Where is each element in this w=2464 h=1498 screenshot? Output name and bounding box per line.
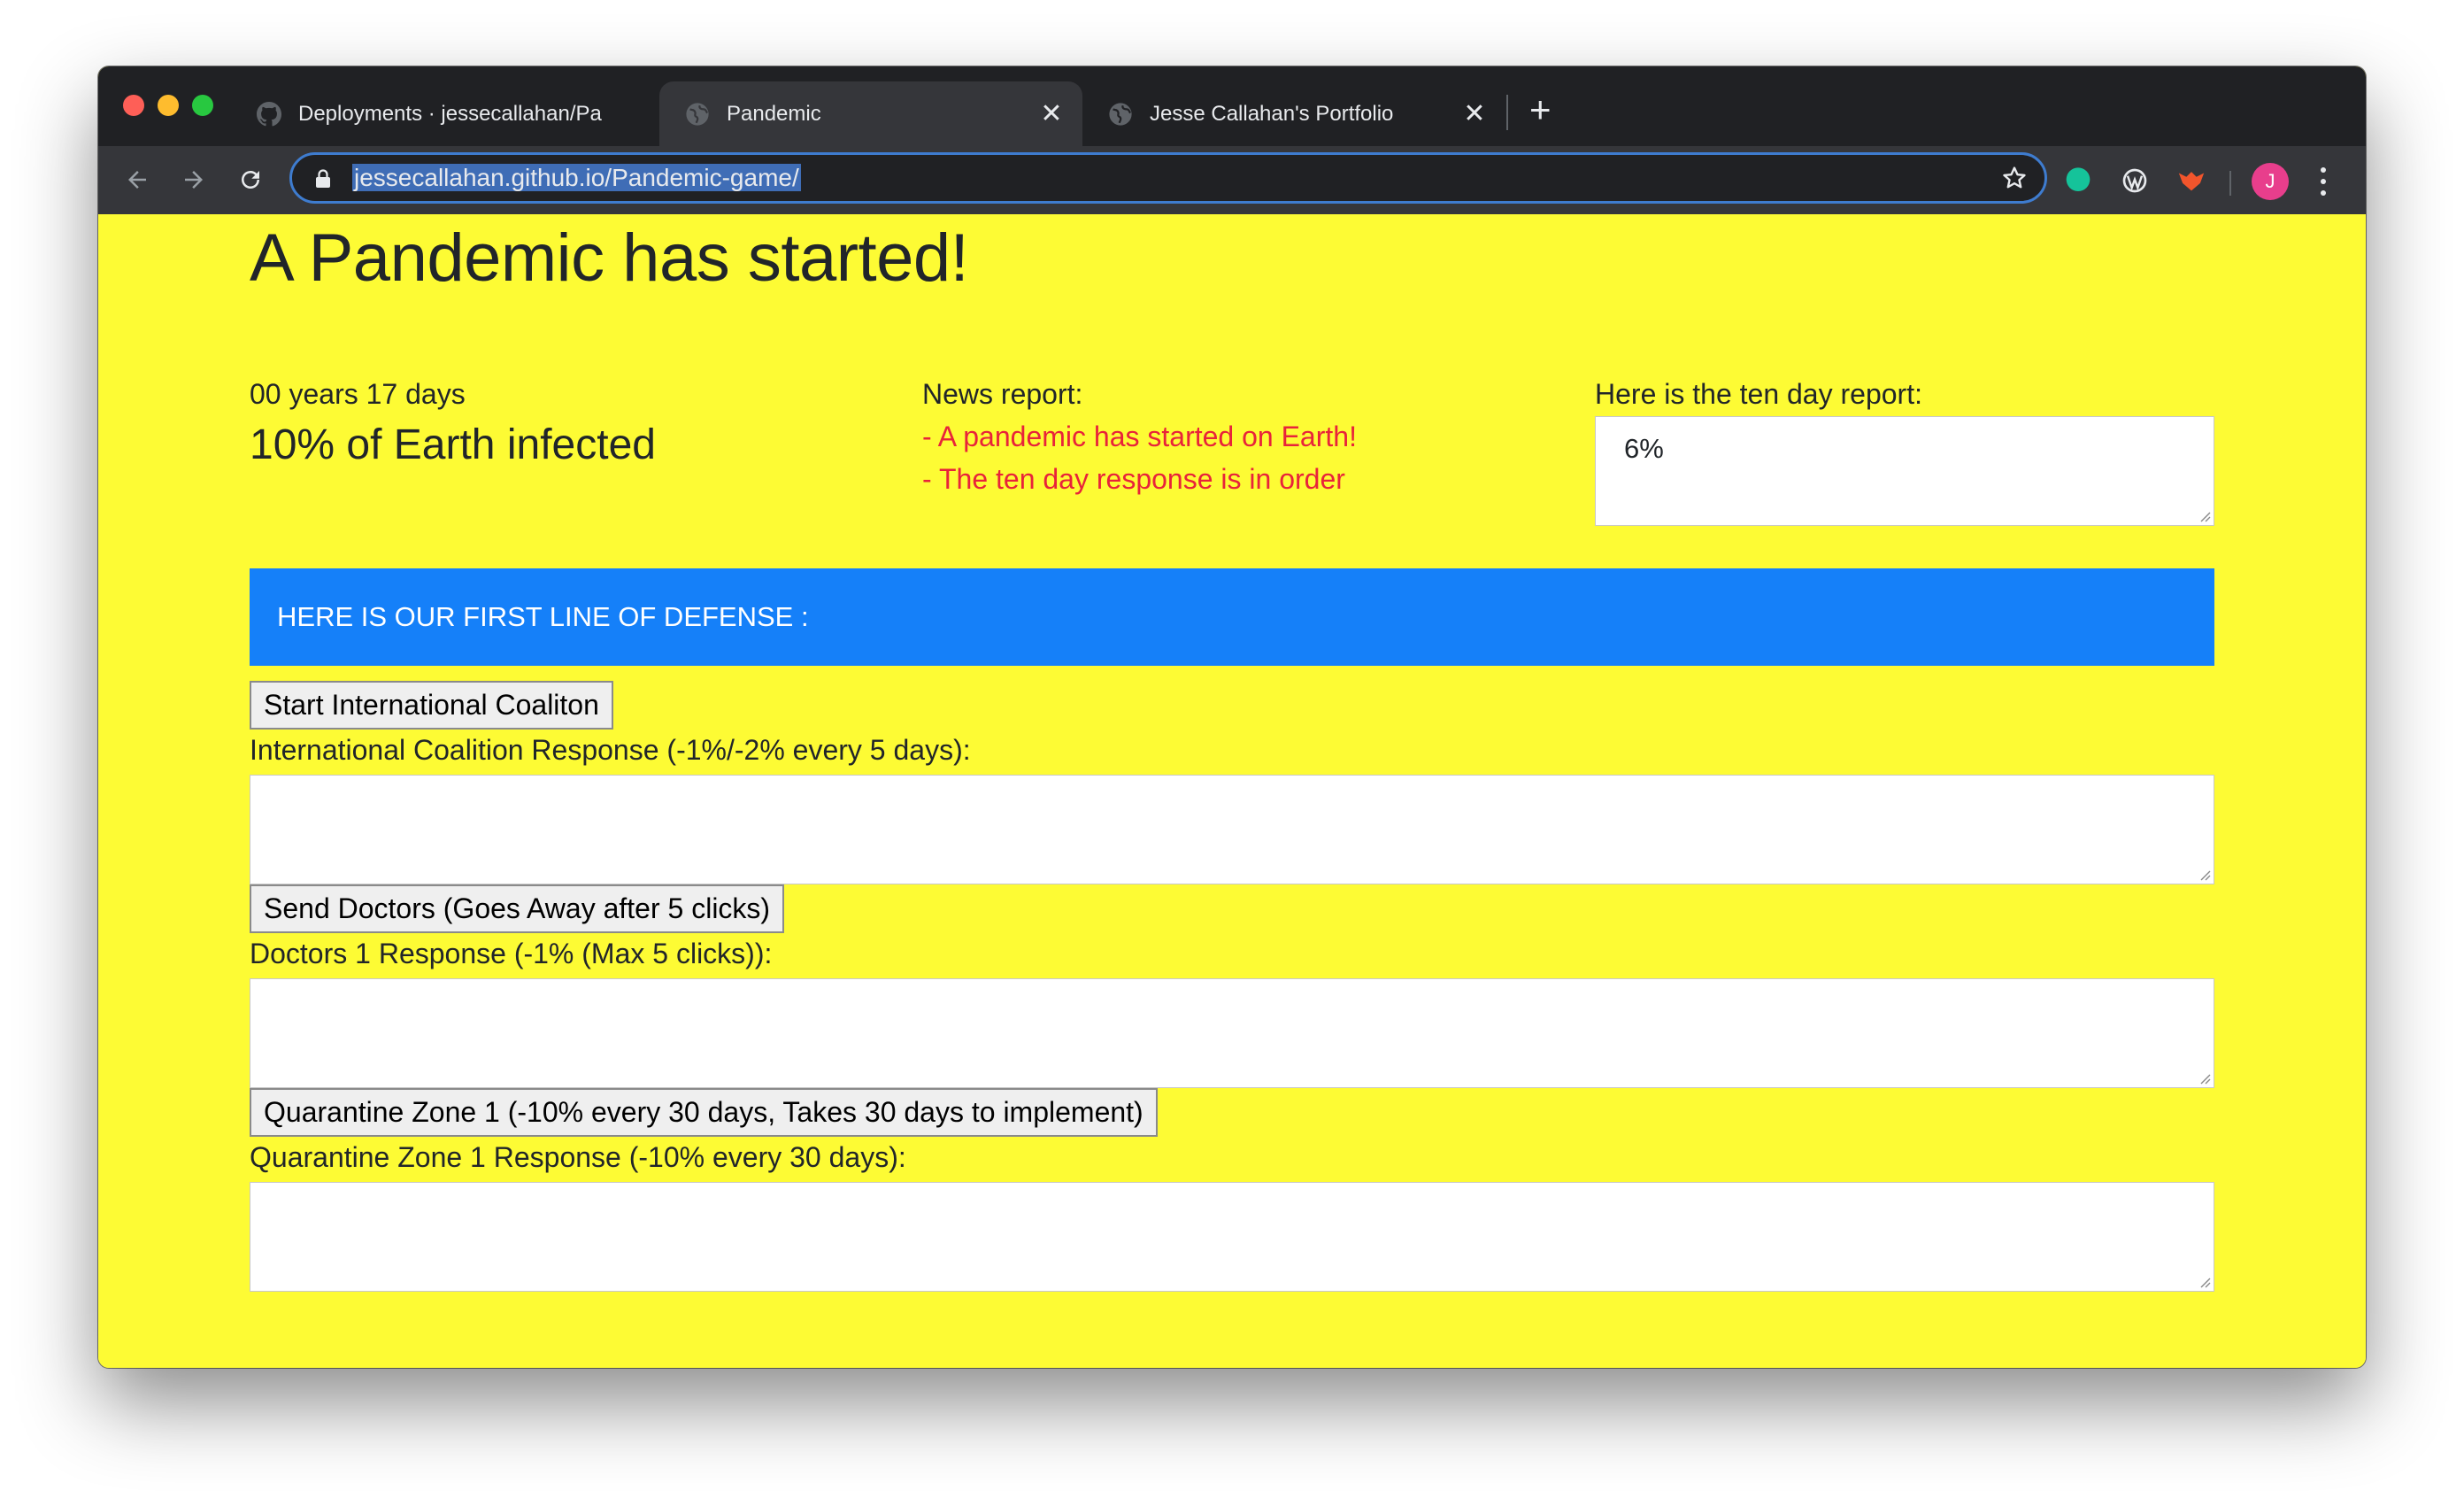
page-title: A Pandemic has started! — [250, 220, 969, 296]
globe-icon — [1107, 101, 1134, 127]
resize-handle-icon[interactable] — [2198, 869, 2211, 881]
quarantine-zone-button[interactable]: Quarantine Zone 1 (-10% every 30 days, T… — [250, 1088, 1158, 1137]
forward-arrow-icon[interactable] — [174, 160, 213, 199]
profile-avatar[interactable]: J — [2252, 163, 2289, 200]
zoom-window-button[interactable] — [192, 95, 213, 116]
new-tab-button[interactable]: + — [1529, 91, 1552, 128]
quarantine-response-textarea[interactable] — [250, 1182, 2214, 1292]
tab-close-icon[interactable]: ✕ — [1461, 100, 1488, 127]
news-label: News report: — [922, 378, 1083, 410]
url-text[interactable]: jessecallahan.github.io/Pandemic-game/ — [352, 163, 801, 193]
coalition-response-label: International Coalition Response (-1%/-2… — [250, 734, 971, 766]
doctors-response-label: Doctors 1 Response (-1% (Max 5 clicks)): — [250, 938, 773, 969]
tab-title: Pandemic — [727, 101, 821, 126]
reload-icon[interactable] — [231, 160, 270, 199]
fox-extension-icon[interactable] — [2172, 161, 2211, 200]
resize-handle-icon[interactable] — [2198, 1276, 2211, 1288]
news-item: - A pandemic has started on Earth! — [922, 421, 1357, 452]
toolbar-divider — [2229, 171, 2231, 196]
browser-toolbar: jessecallahan.github.io/Pandemic-game/ J — [98, 146, 2366, 214]
doctors-response-textarea[interactable] — [250, 978, 2214, 1088]
defense-banner: HERE IS OUR FIRST LINE OF DEFENSE : — [250, 568, 2214, 666]
time-elapsed: 00 years 17 days — [250, 378, 466, 410]
wordpress-icon[interactable] — [2115, 161, 2154, 200]
infection-status: 10% of Earth infected — [250, 421, 656, 468]
quarantine-response-label: Quarantine Zone 1 Response (-10% every 3… — [250, 1141, 906, 1173]
resize-handle-icon[interactable] — [2198, 1072, 2211, 1085]
start-coalition-button[interactable]: Start International Coaliton — [250, 681, 613, 730]
tab-title: Deployments · jessecallahan/Pa — [298, 101, 602, 126]
tab-pandemic[interactable]: Pandemic ✕ — [659, 81, 1082, 146]
browser-window: Deployments · jessecallahan/Pa ✕ Pandemi… — [98, 66, 2366, 1368]
tab-close-icon[interactable]: ✕ — [1038, 100, 1065, 127]
browser-menu-icon[interactable] — [2318, 164, 2329, 199]
tab-bar: Deployments · jessecallahan/Pa ✕ Pandemi… — [98, 66, 2366, 146]
url-selection: jessecallahan.github.io/Pandemic-game/ — [352, 164, 801, 191]
github-icon — [256, 101, 282, 127]
bookmark-star-icon[interactable] — [2000, 164, 2029, 197]
send-doctors-button[interactable]: Send Doctors (Goes Away after 5 clicks) — [250, 884, 785, 933]
address-bar[interactable]: jessecallahan.github.io/Pandemic-game/ — [289, 152, 2047, 204]
tab-portfolio[interactable]: Jesse Callahan's Portfolio ✕ — [1082, 81, 1505, 146]
grammarly-icon[interactable] — [2059, 161, 2098, 200]
tab-divider — [1506, 95, 1508, 130]
minimize-window-button[interactable] — [158, 95, 179, 116]
page-content: A Pandemic has started! 00 years 17 days… — [98, 214, 2366, 1368]
resize-handle-icon[interactable] — [2198, 510, 2211, 522]
close-window-button[interactable] — [123, 95, 144, 116]
news-item: - The ten day response is in order — [922, 463, 1345, 495]
back-arrow-icon[interactable] — [118, 160, 157, 199]
ten-day-report-value: 6% — [1624, 433, 1664, 464]
coalition-response-textarea[interactable] — [250, 775, 2214, 884]
globe-icon — [684, 101, 711, 127]
ten-day-report-label: Here is the ten day report: — [1595, 378, 1922, 410]
lock-icon — [315, 169, 331, 193]
tab-title: Jesse Callahan's Portfolio — [1150, 101, 1394, 126]
ten-day-report-textarea[interactable]: 6% — [1595, 416, 2214, 526]
